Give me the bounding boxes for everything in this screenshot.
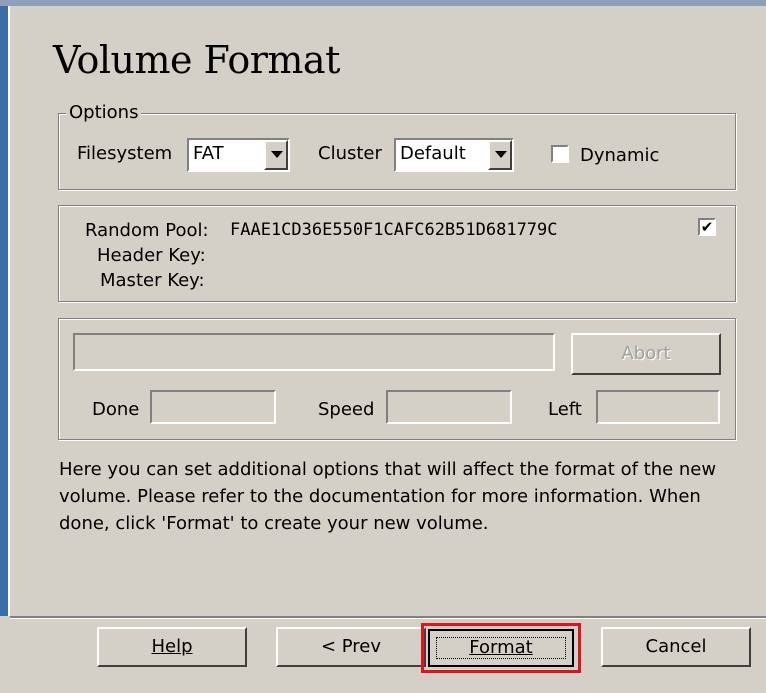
header-key-label: Header Key: bbox=[97, 245, 206, 266]
progress-bar bbox=[73, 333, 555, 371]
cancel-button-label: Cancel bbox=[645, 636, 707, 657]
filesystem-value: FAT bbox=[193, 143, 224, 164]
cancel-button[interactable]: Cancel bbox=[601, 627, 751, 667]
format-button[interactable]: Format bbox=[428, 629, 574, 667]
display-pool-checkbox[interactable]: ✔ bbox=[698, 218, 716, 236]
speed-field bbox=[386, 390, 512, 424]
left-field bbox=[596, 390, 720, 424]
done-label: Done bbox=[92, 399, 140, 420]
cluster-label: Cluster bbox=[318, 143, 382, 164]
filesystem-select[interactable]: FAT bbox=[187, 138, 290, 172]
description-text: Here you can set additional options that… bbox=[59, 459, 717, 534]
format-focus-rect bbox=[436, 637, 566, 659]
left-label: Left bbox=[548, 399, 582, 420]
dynamic-checkbox[interactable] bbox=[551, 145, 569, 163]
random-pool-value: FAAE1CD36E550F1CAFC62B51D681779C bbox=[230, 220, 558, 240]
options-legend: Options bbox=[66, 102, 142, 123]
cluster-select[interactable]: Default bbox=[394, 138, 514, 172]
cluster-value: Default bbox=[400, 143, 466, 164]
master-key-label: Master Key: bbox=[100, 270, 205, 291]
sidebar-strip bbox=[0, 6, 10, 616]
page-title: Volume Format bbox=[53, 38, 340, 82]
filesystem-dropdown-arrow-icon[interactable] bbox=[264, 140, 288, 170]
abort-button[interactable]: Abort bbox=[571, 333, 721, 375]
prev-button-label: < Prev bbox=[320, 636, 382, 657]
bottom-divider bbox=[10, 616, 766, 619]
done-field bbox=[150, 390, 276, 424]
cluster-dropdown-arrow-icon[interactable] bbox=[488, 140, 512, 170]
prev-button[interactable]: < Prev bbox=[276, 627, 426, 667]
filesystem-label: Filesystem bbox=[77, 143, 173, 164]
help-button[interactable]: Help bbox=[97, 627, 247, 667]
speed-label: Speed bbox=[318, 399, 375, 420]
help-button-label: Help bbox=[151, 636, 193, 657]
dynamic-label[interactable]: Dynamic bbox=[580, 145, 659, 166]
random-pool-label: Random Pool: bbox=[85, 220, 209, 241]
